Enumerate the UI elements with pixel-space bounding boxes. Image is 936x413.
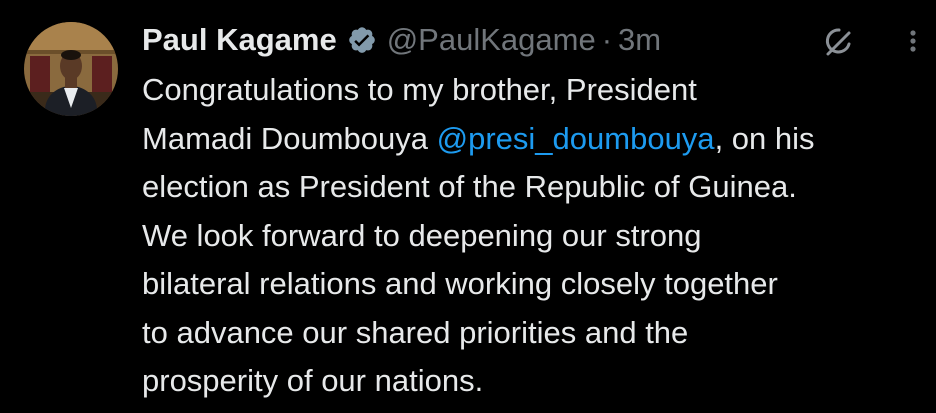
tweet-header: Paul Kagame @PaulKagame · 3m [142,18,661,62]
tweet-text-segment: Mamadi Doumbouya [142,120,437,156]
author-name[interactable]: Paul Kagame [142,22,337,58]
author-handle[interactable]: @PaulKagame [387,22,596,58]
tweet-text-line: bilateral relations and working closely … [142,266,778,301]
separator-dot: · [601,22,613,57]
tweet-text-segment: , on his [714,120,815,156]
verified-badge-icon [347,25,377,55]
grok-icon[interactable] [822,24,856,58]
tweet[interactable]: Paul Kagame @PaulKagame · 3m Congratulat… [0,0,936,413]
tweet-text-line: Congratulations to my brother, President [142,72,697,107]
tweet-text-line: We look forward to deepening our strong [142,217,702,253]
tweet-text-line: Mamadi Doumbouya @presi_doumbouya, on hi… [142,115,930,164]
tweet-text-line: election as President of the Republic of… [142,169,797,204]
avatar[interactable] [24,22,118,116]
more-options-icon[interactable] [898,24,928,58]
mention-link[interactable]: @presi_doumbouya [437,121,715,156]
avatar-image [24,22,118,116]
timestamp[interactable]: 3m [618,22,661,58]
tweet-text: Congratulations to my brother, President… [142,66,930,406]
tweet-text-line: prosperity of our nations. [142,363,484,398]
tweet-text-line: to advance our shared priorities and the [142,314,689,350]
